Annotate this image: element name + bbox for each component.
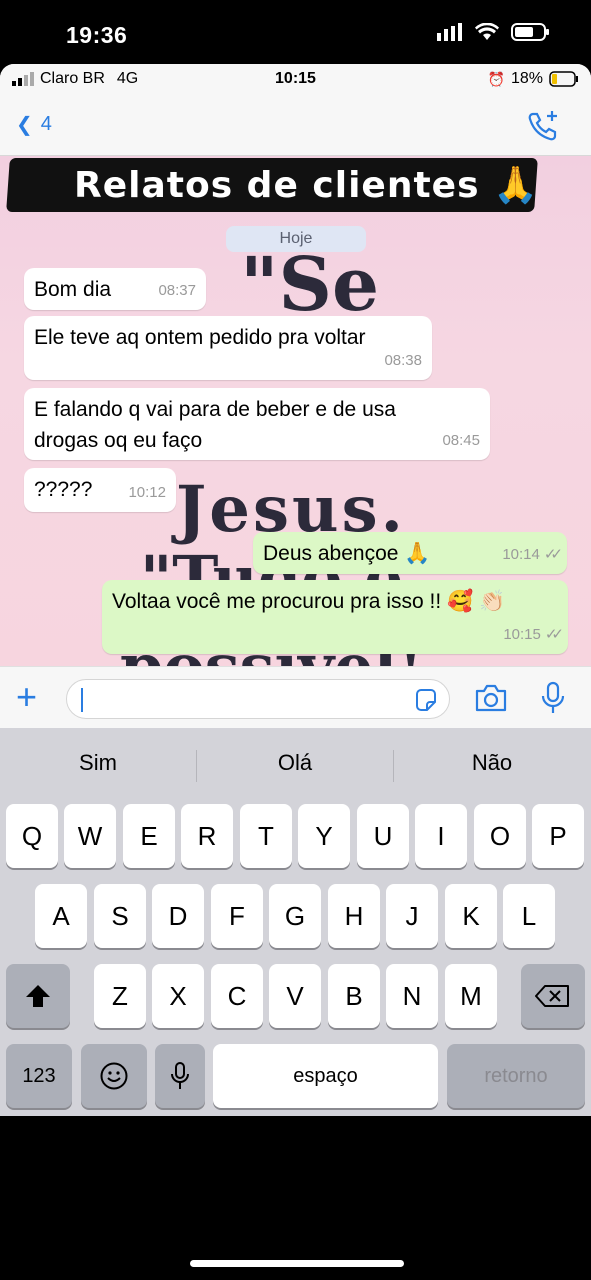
message-time: 08:38 xyxy=(384,352,422,369)
home-indicator[interactable] xyxy=(190,1260,404,1267)
message-text: ????? xyxy=(34,478,93,501)
banner-title: Relatos de clientes 🙏 xyxy=(74,165,539,206)
message-meta: 10:14 ✓✓ xyxy=(502,539,563,570)
key[interactable]: T xyxy=(240,804,292,868)
camera-icon[interactable] xyxy=(474,683,508,713)
backspace-key[interactable] xyxy=(521,964,585,1028)
plus-icon[interactable]: + xyxy=(16,679,37,715)
key[interactable]: W xyxy=(64,804,116,868)
signal-bars-icon xyxy=(437,23,462,41)
message-bubble-incoming[interactable]: E falando q vai para de beber e de usa d… xyxy=(24,388,490,460)
key[interactable]: Z xyxy=(94,964,146,1028)
message-bubble-incoming[interactable]: Bom dia 08:37 xyxy=(24,268,206,310)
chevron-left-icon: ❮ xyxy=(16,114,33,136)
emoji-key[interactable] xyxy=(81,1044,147,1108)
inner-status-right: ⏰ 18% xyxy=(488,70,579,88)
message-input[interactable] xyxy=(66,679,450,719)
message-bubble-incoming[interactable]: ????? 10:12 xyxy=(24,468,176,512)
battery-percent: 18% xyxy=(510,70,543,87)
message-time: 10:15 xyxy=(503,626,541,643)
wifi-icon xyxy=(475,23,499,40)
sticker-icon[interactable] xyxy=(413,688,439,714)
text-cursor xyxy=(81,688,83,712)
key[interactable]: U xyxy=(357,804,409,868)
key[interactable]: I xyxy=(415,804,467,868)
chat-header: ❮ 4 xyxy=(0,94,591,156)
message-meta: 10:15 ✓✓ xyxy=(503,619,564,650)
return-key[interactable]: retorno xyxy=(447,1044,585,1108)
alarm-icon: ⏰ xyxy=(487,70,505,87)
device-time: 19:36 xyxy=(66,22,128,48)
key[interactable]: G xyxy=(269,884,321,948)
suggestion-item[interactable]: Sim xyxy=(0,750,196,776)
message-bubble-outgoing[interactable]: Voltaa você me procurou pra isso !! 🥰 👏🏻… xyxy=(102,580,568,654)
suggestion-item[interactable]: Não xyxy=(394,750,590,776)
key[interactable]: R xyxy=(181,804,233,868)
shift-key[interactable] xyxy=(6,964,70,1028)
key[interactable]: E xyxy=(123,804,175,868)
key[interactable]: A xyxy=(35,884,87,948)
space-key[interactable]: espaço xyxy=(213,1044,438,1108)
key[interactable]: J xyxy=(386,884,438,948)
dictation-key[interactable] xyxy=(155,1044,205,1108)
shift-arrow-icon xyxy=(26,985,50,1007)
key[interactable]: B xyxy=(328,964,380,1028)
message-input-bar: + xyxy=(0,666,591,728)
message-time: 08:45 xyxy=(442,432,480,449)
key[interactable]: O xyxy=(474,804,526,868)
device-status-icons xyxy=(437,22,551,42)
key[interactable]: K xyxy=(445,884,497,948)
battery-icon xyxy=(511,23,549,41)
double-check-icon: ✓✓ xyxy=(543,546,563,563)
emoji-icon xyxy=(100,1062,128,1090)
message-time: 10:12 xyxy=(128,484,166,501)
suggestion-item[interactable]: Olá xyxy=(197,750,393,776)
message-text: Ele teve aq ontem pedido pra voltar xyxy=(34,326,366,349)
key[interactable]: X xyxy=(152,964,204,1028)
message-text: E falando q vai para de beber e de usa d… xyxy=(34,398,396,452)
double-check-icon: ✓✓ xyxy=(544,626,564,643)
message-time: 10:14 xyxy=(502,546,540,563)
key[interactable]: D xyxy=(152,884,204,948)
key[interactable]: L xyxy=(503,884,555,948)
key[interactable]: C xyxy=(211,964,263,1028)
key[interactable]: S xyxy=(94,884,146,948)
key[interactable]: Q xyxy=(6,804,58,868)
key[interactable]: V xyxy=(269,964,321,1028)
numbers-key[interactable]: 123 xyxy=(6,1044,72,1108)
key[interactable]: H xyxy=(328,884,380,948)
unread-count: 4 xyxy=(40,113,52,135)
date-pill: Hoje xyxy=(226,226,366,252)
key[interactable]: F xyxy=(211,884,263,948)
backspace-icon xyxy=(535,985,569,1007)
microphone-icon[interactable] xyxy=(540,681,566,715)
whatsapp-screenshot: Claro BR 4G 10:15 ⏰ 18% ❮ 4 "Se Jesus. "… xyxy=(0,64,591,1116)
suggestion-bar: Sim Olá Não xyxy=(0,728,591,798)
key[interactable]: M xyxy=(445,964,497,1028)
add-call-icon[interactable] xyxy=(525,108,561,144)
device-status-bar: 19:36 xyxy=(0,0,591,64)
battery-low-icon xyxy=(549,71,578,87)
key[interactable]: Y xyxy=(298,804,350,868)
back-button[interactable]: ❮ 4 xyxy=(16,112,52,137)
message-text: Deus abençoe 🙏 xyxy=(263,542,431,565)
keyboard: Sim Olá Não Q W E R T Y U I O P A S D F … xyxy=(0,728,591,1116)
key[interactable]: P xyxy=(532,804,584,868)
key[interactable]: N xyxy=(386,964,438,1028)
message-bubble-incoming[interactable]: Ele teve aq ontem pedido pra voltar 08:3… xyxy=(24,316,432,380)
chat-area[interactable]: "Se Jesus. "Tudo é possível! Relatos de … xyxy=(0,156,591,666)
inner-status-bar: Claro BR 4G 10:15 ⏰ 18% xyxy=(0,64,591,94)
message-text: Voltaa você me procurou pra isso !! 🥰 👏🏻 xyxy=(112,590,506,613)
message-bubble-outgoing[interactable]: Deus abençoe 🙏 10:14 ✓✓ xyxy=(253,532,567,574)
microphone-icon xyxy=(171,1062,189,1089)
message-text: Bom dia xyxy=(34,278,112,301)
message-time: 08:37 xyxy=(158,282,196,299)
